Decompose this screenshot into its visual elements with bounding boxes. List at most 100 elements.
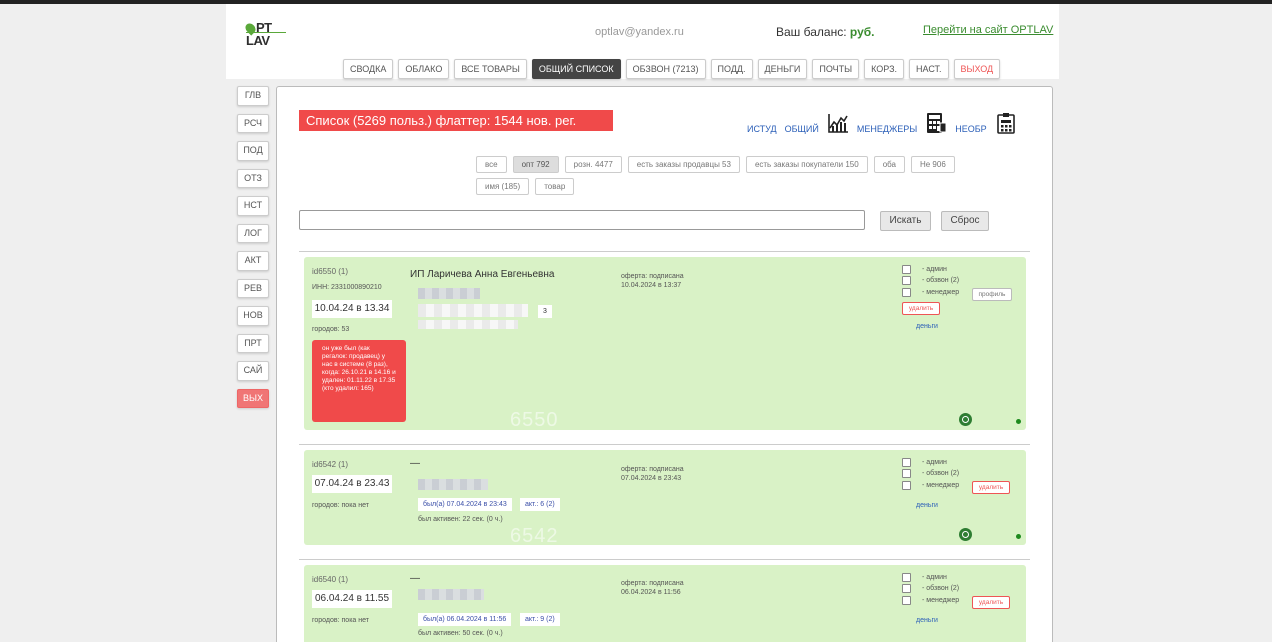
offer-date: 10.04.2024 в 13:37 [621,282,682,289]
nav-cart[interactable]: КОРЗ. [864,59,905,79]
manager-checkbox[interactable] [902,288,911,297]
online-status-dot [1016,534,1021,539]
logo[interactable]: PT LAV [243,20,288,50]
calls-checkbox[interactable] [902,276,911,285]
chart-icon[interactable] [827,112,849,134]
sidebar-item-nov[interactable]: НОВ [237,306,269,326]
whatsapp-icon[interactable] [959,528,972,541]
calls-label: - обзвон (2) [922,470,960,477]
reg-date: 07.04.24 в 23.43 [312,475,392,493]
filter-wholesale[interactable]: опт 792 [512,156,559,173]
sidebar-item-akt[interactable]: АКТ [237,251,269,271]
calls-checkbox[interactable] [902,584,911,593]
search-button[interactable]: Искать [880,211,931,231]
active-time: был активен: 22 сек. (0 ч.) [418,516,503,523]
sidebar-item-exit[interactable]: ВЫХ [237,388,269,408]
search-input[interactable] [299,210,865,230]
sidebar-item-prt[interactable]: ПРТ [237,333,269,353]
divider [299,444,1030,445]
nav-money[interactable]: ДЕНЬГИ [757,59,808,79]
calculator-icon[interactable] [925,112,947,134]
activity-count: акт.: 9 (2) [520,613,560,626]
sidebar-item-log[interactable]: ЛОГ [237,223,269,243]
profile-button[interactable]: профиль [972,288,1012,301]
sidebar-item-otz[interactable]: ОТЗ [237,168,269,188]
delete-button[interactable]: удалить [972,481,1010,494]
link-general[interactable]: ОБЩИЙ [785,124,819,134]
admin-checkbox[interactable] [902,573,911,582]
nav-all-goods[interactable]: ВСЕ ТОВАРЫ [454,59,527,79]
user-name: ИП Ларичева Анна Евгеньевна [410,269,555,280]
last-seen: был(а) 07.04.2024 в 23:43 [418,498,512,511]
nav-mail[interactable]: ПОЧТЫ [812,59,860,79]
offer-status: оферта: подписана [621,466,684,473]
sidebar-item-rev[interactable]: РЕВ [237,278,269,298]
filter-name[interactable]: имя (185) [476,178,530,195]
sidebar-item-rsch[interactable]: РСЧ [237,113,269,133]
header: PT LAV optlav@yandex.ru Ваш баланс: руб.… [226,4,1059,79]
link-managers[interactable]: МЕНЕДЖЕРЫ [857,124,917,134]
online-status-dot [1016,419,1021,424]
active-time: был активен: 50 сек. (0 ч.) [418,630,503,637]
reg-date: 10.04.24 в 13.34 [312,300,392,318]
sidebar-item-say[interactable]: САЙ [237,361,269,381]
offer-date: 06.04.2024 в 11:56 [621,589,681,596]
main-nav: СВОДКА ОБЛАКО ВСЕ ТОВАРЫ ОБЩИЙ СПИСОК ОБ… [343,59,1001,79]
page-title: Список (5269 польз.) флаттер: 1544 нов. … [299,110,613,131]
filter-buyer-orders[interactable]: есть заказы покупатели 150 [745,156,868,173]
id-watermark: 6550 [510,409,559,431]
filter-goods[interactable]: товар [535,178,575,195]
blurred-phone [418,479,488,490]
admin-label: - админ [922,266,947,273]
filter-both[interactable]: оба [873,156,905,173]
admin-checkbox[interactable] [902,265,911,274]
sidebar-item-glv[interactable]: ГЛВ [237,86,269,106]
nav-support[interactable]: ПОДД. [710,59,753,79]
user-card: id6540 (1) 06.04.24 в 11.55 городов: пок… [304,565,1026,642]
admin-label: - админ [922,574,947,581]
manager-checkbox[interactable] [902,481,911,490]
money-link[interactable]: деньги [916,502,938,509]
delete-button[interactable]: удалить [972,596,1010,609]
calls-checkbox[interactable] [902,469,911,478]
link-istud[interactable]: ИСТУД [747,124,777,134]
offer-status: оферта: подписана [621,273,684,280]
link-unprocessed[interactable]: НЕОБР [955,124,986,134]
clipboard-calculator-icon[interactable] [995,112,1017,134]
divider [299,251,1030,252]
whatsapp-icon[interactable] [959,413,972,426]
reset-button[interactable]: Сброс [941,211,989,231]
activity-count: акт.: 6 (2) [520,498,560,511]
blurred-phone [418,589,484,600]
cities-count: городов: 53 [312,326,350,333]
filter-seller-orders[interactable]: есть заказы продавцы 53 [627,156,740,173]
view-links: ИСТУД ОБЩИЙ МЕНЕДЖЕРЫ НЕОБР [747,112,1017,134]
sidebar-item-pod[interactable]: ПОД [237,141,269,161]
delete-button[interactable]: удалить [902,302,940,315]
filter-not[interactable]: Не 906 [910,156,955,173]
nav-settings[interactable]: НАСТ. [909,59,949,79]
go-to-site-link[interactable]: Перейти на сайт OPTLAV [923,24,1053,36]
sidebar-item-nst[interactable]: НСТ [237,196,269,216]
nav-logout[interactable]: ВЫХОД [953,59,1001,79]
blurred-address [418,320,518,329]
user-name: — [410,573,420,584]
nav-calls[interactable]: ОБЗВОН (7213) [625,59,706,79]
filter-retail[interactable]: розн. 4477 [564,156,622,173]
filter-bar: все опт 792 розн. 4477 есть заказы прода… [476,156,976,195]
admin-checkbox[interactable] [902,458,911,467]
cities-count: городов: пока нет [312,617,369,624]
user-card: id6550 (1) ИНН: 2331000890210 10.04.24 в… [304,257,1026,431]
nav-oblako[interactable]: ОБЛАКО [398,59,450,79]
money-link[interactable]: деньги [916,617,938,624]
inn: ИНН: 2331000890210 [312,284,382,291]
nav-svodka[interactable]: СВОДКА [343,59,394,79]
user-id[interactable]: id6550 (1) [312,267,348,276]
manager-checkbox[interactable] [902,596,911,605]
nav-general-list[interactable]: ОБЩИЙ СПИСОК [531,59,621,79]
money-link[interactable]: деньги [916,323,938,330]
count-badge: 3 [538,305,552,318]
user-id[interactable]: id6542 (1) [312,460,348,469]
user-id[interactable]: id6540 (1) [312,575,348,584]
filter-all[interactable]: все [476,156,507,173]
